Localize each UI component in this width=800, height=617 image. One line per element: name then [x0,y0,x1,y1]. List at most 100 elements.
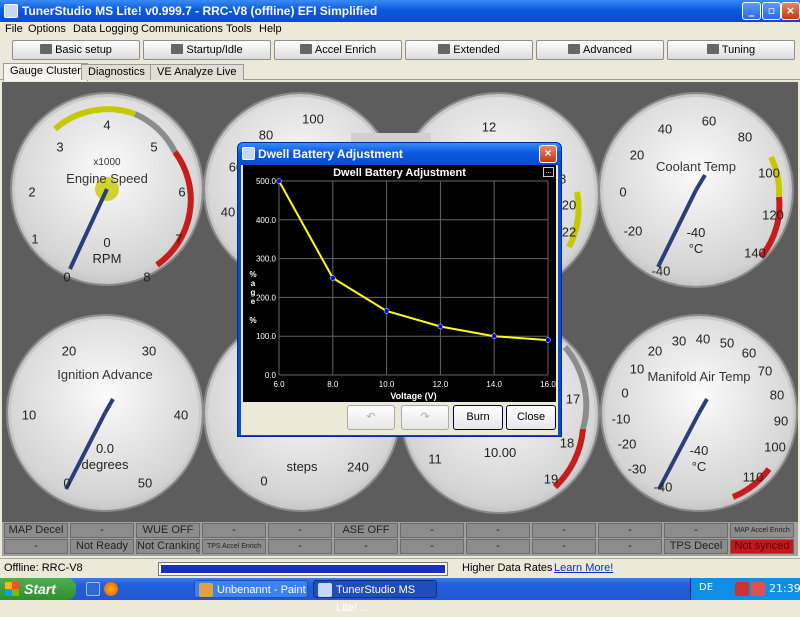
data-point [383,308,390,314]
windows-logo-icon [5,582,19,596]
tick-label: 18 [559,435,575,451]
close-dialog-button[interactable]: Close [506,405,556,430]
tick-label: 80 [258,127,274,143]
menu-bar: File Options Data Logging Communications… [0,22,800,38]
dialog-body: 6.0 8.0 10.0 12.0 14.0 16.0 0.0 100.0 200.0 300.0… [241,165,558,435]
dwell-chart[interactable]: 6.0 8.0 10.0 12.0 14.0 16.0 0.0 100.0 200.0 300.0… [243,165,556,402]
taskbar-item-tunerstudio[interactable]: TunerStudio MS Lite! ... [313,580,437,614]
language-indicator[interactable]: DE [699,582,713,593]
redo-button[interactable]: ↷ [401,405,449,430]
tick-label: 50 [719,335,735,351]
series-line [278,180,549,342]
start-label: Start [24,581,56,597]
extended-button[interactable]: Extended [405,40,533,60]
tick-label: 3 [56,139,64,155]
indicator-row2-0: - [4,539,68,554]
tick-label: 80 [769,387,785,403]
show-desktop-icon[interactable] [86,582,100,596]
tick-label: 40 [695,331,711,347]
wrench-icon [568,44,581,54]
indicator-row2-6: - [400,539,464,554]
menu-data-logging[interactable]: Data Logging [73,23,138,35]
menu-options[interactable]: Options [28,23,66,35]
tick-label: 40 [220,204,236,220]
tick-label: 60 [701,113,717,129]
maximize-button[interactable]: ▫ [762,2,781,20]
accel-enrich-button[interactable]: Accel Enrich [274,40,402,60]
indicator-row2-4: - [268,539,332,554]
tab-diagnostics[interactable]: Diagnostics [81,64,152,80]
tick-label: -20 [623,223,643,239]
tick-label: -10 [611,411,631,427]
tick-label: 8 [143,269,151,285]
tick-label: 50 [137,475,153,491]
tick-label: 0 [621,385,629,401]
taskbar: Start Unbenannt - Paint TunerStudio MS L… [0,578,800,614]
engine-speed-unit: RPM [92,251,122,266]
tick-label: 60 [741,345,757,361]
dialog-close-icon[interactable]: × [539,145,557,163]
engine-icon [40,44,53,54]
tick-label: 22 [561,224,577,240]
y-tick-label: 0.0 [265,371,277,380]
taskbar-item-label: Unbenannt - Paint [217,584,306,596]
x-tick-label: 6.0 [273,380,285,389]
menu-file[interactable]: File [5,23,23,35]
tick-label: 2 [28,184,36,200]
firefox-icon[interactable] [104,582,118,596]
indicator-row1-5: ASE OFF [334,523,398,538]
basic-setup-button[interactable]: Basic setup [12,40,140,60]
dialog-app-icon [242,147,255,160]
window-title: TunerStudio MS Lite! v0.999.7 - RRC-V8 (… [22,4,378,18]
tick-label: 0 [63,475,71,491]
indicator-row2-8: - [532,539,596,554]
minimize-button[interactable]: _ [742,2,761,20]
y-axis-label-char: g [251,288,256,297]
tick-label: 100 [758,165,780,181]
tools-icon [706,44,719,54]
data-point [545,337,551,343]
start-button[interactable]: Start [0,578,76,600]
tab-gauge-cluster[interactable]: Gauge Cluster [3,63,88,81]
learn-more-link[interactable]: Learn More! [554,562,613,574]
data-point [437,323,444,330]
burn-button[interactable]: Burn [453,405,503,430]
tick-label: 100 [764,439,786,455]
startup-idle-button[interactable]: Startup/Idle [143,40,271,60]
menu-tools[interactable]: Tools [226,23,252,35]
status-bar: Offline: RRC-V8 Higher Data Rates Learn … [0,558,800,578]
y-tick-label: 200.0 [256,293,277,302]
tuning-label: Tuning [721,44,756,56]
tick-label: 0 [63,269,71,285]
tick-label: 100 [302,111,324,127]
undo-button[interactable]: ↶ [347,405,395,430]
tick-label: -40 [653,479,673,495]
chart-options-icon[interactable]: ... [543,167,554,177]
menu-help[interactable]: Help [259,23,282,35]
ignition-advance-dial [64,398,115,490]
chart-canvas: 6.0 8.0 10.0 12.0 14.0 16.0 0.0 100.0 200.0 300.0… [249,177,556,401]
indicator-row2-3: TPS Accel Enrich [202,539,266,554]
advanced-label: Advanced [583,44,632,56]
tick-label: 7 [175,231,183,247]
toolbar: Basic setup Startup/Idle Accel Enrich Ex… [0,38,800,62]
network-icon[interactable] [751,582,765,596]
basic-setup-label: Basic setup [55,44,112,56]
ignition-advance-title: Ignition Advance [57,367,153,382]
tick-label: 20 [561,197,577,213]
indicator-row2-1: Not Ready [70,539,134,554]
taskbar-item-paint[interactable]: Unbenannt - Paint [194,580,308,598]
security-alert-icon[interactable] [735,582,749,596]
menu-communications[interactable]: Communications [141,23,223,35]
tab-ve-analyze-live[interactable]: VE Analyze Live [150,64,244,80]
progress-fill [161,565,445,573]
tick-label: 19 [543,471,559,487]
tuning-button[interactable]: Tuning [667,40,795,60]
tick-label: -40 [651,263,671,279]
data-point [330,275,336,281]
x-tick-label: 12.0 [433,380,449,389]
close-button[interactable]: × [781,2,800,20]
indicator-row2-9: - [598,539,662,554]
indicator-row2-11: Not synced [730,539,794,554]
advanced-button[interactable]: Advanced [536,40,664,60]
